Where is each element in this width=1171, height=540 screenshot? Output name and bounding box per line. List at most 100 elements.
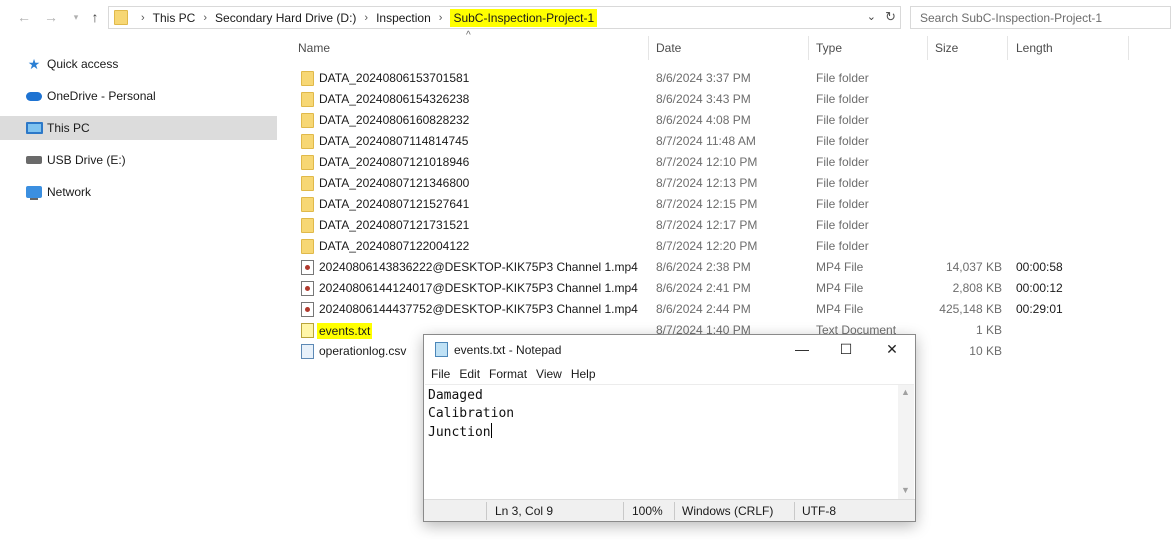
file-row[interactable]: DATA_20240806154326238 8/6/2024 3:43 PM Fi… — [298, 88, 1138, 109]
file-date: 8/7/2024 12:17 PM — [656, 218, 758, 232]
file-row[interactable]: DATA_20240807121018946 8/7/2024 12:10 PM F… — [298, 151, 1138, 172]
file-row[interactable]: DATA_20240807121731521 8/7/2024 12:17 PM F… — [298, 214, 1138, 235]
sidebar-item-usb-drive[interactable]: USB Drive (E:) — [0, 148, 277, 172]
file-type: File folder — [816, 113, 869, 127]
column-header-date[interactable]: Date — [656, 36, 681, 60]
text-caret — [490, 423, 492, 438]
sidebar-item-network[interactable]: Network — [0, 180, 277, 204]
file-row[interactable]: 20240806144124017@DESKTOP-KIK75P3 Channe… — [298, 277, 1138, 298]
file-name: 20240806144124017@DESKTOP-KIK75P3 Channe… — [319, 281, 638, 295]
column-header-name[interactable]: Name — [298, 36, 330, 60]
file-row[interactable]: 20240806143836222@DESKTOP-KIK75P3 Channe… — [298, 256, 1138, 277]
zoom-level: 100% — [632, 504, 663, 518]
menu-file[interactable]: File — [431, 367, 450, 381]
file-name: DATA_20240807114814745 — [319, 134, 469, 148]
up-arrow-icon[interactable]: ↑ — [87, 9, 103, 25]
file-row[interactable]: DATA_20240806160828232 8/6/2024 4:08 PM Fi… — [298, 109, 1138, 130]
file-name: DATA_20240806154326238 — [319, 92, 470, 106]
file-name: DATA_20240807122004122 — [319, 239, 470, 253]
usb-drive-icon — [25, 152, 43, 168]
scroll-up-icon[interactable]: ▲ — [901, 387, 910, 397]
file-row[interactable]: DATA_20240807122004122 8/7/2024 12:20 PM F… — [298, 235, 1138, 256]
column-divider[interactable] — [1007, 36, 1008, 60]
breadcrumb-separator-icon[interactable]: › — [203, 12, 207, 24]
file-type: File folder — [816, 176, 869, 190]
file-type: MP4 File — [816, 281, 864, 295]
menu-view[interactable]: View — [536, 367, 562, 381]
column-header-size[interactable]: Size — [935, 36, 958, 60]
column-divider[interactable] — [648, 36, 649, 60]
minimize-icon[interactable]: — — [788, 338, 816, 360]
text-file-icon — [301, 323, 314, 338]
file-row[interactable]: DATA_20240807121527641 8/7/2024 12:15 PM F… — [298, 193, 1138, 214]
column-header-length[interactable]: Length — [1016, 36, 1053, 60]
sidebar-item-onedrive[interactable]: OneDrive - Personal — [0, 84, 277, 108]
file-date: 8/6/2024 4:08 PM — [656, 113, 751, 127]
search-input[interactable]: Search SubC-Inspection-Project-1 — [910, 6, 1171, 29]
notepad-title-bar[interactable]: events.txt - Notepad — ☐ ✕ — [424, 335, 915, 364]
breadcrumb-current[interactable]: SubC-Inspection-Project-1 — [450, 8, 598, 27]
sidebar-item-this-pc[interactable]: This PC — [0, 116, 277, 140]
file-size: 1 KB — [975, 323, 1002, 337]
file-date: 8/7/2024 12:10 PM — [656, 155, 758, 169]
breadcrumb-separator-icon[interactable]: › — [364, 12, 368, 24]
file-length: 00:29:01 — [1016, 302, 1063, 316]
forward-arrow-icon[interactable]: → — [43, 9, 59, 25]
file-name: DATA_20240807121018946 — [319, 155, 470, 169]
breadcrumb-item[interactable]: Inspection — [376, 11, 431, 25]
file-size: 2,808 KB — [952, 281, 1002, 295]
menu-format[interactable]: Format — [489, 367, 527, 381]
menu-help[interactable]: Help — [571, 367, 596, 381]
file-row[interactable]: DATA_20240806153701581 8/6/2024 3:37 PM Fi… — [298, 67, 1138, 88]
menu-edit[interactable]: Edit — [459, 367, 480, 381]
folder-icon — [114, 10, 128, 25]
file-date: 8/7/2024 12:15 PM — [656, 197, 758, 211]
file-date: 8/7/2024 12:20 PM — [656, 239, 758, 253]
address-bar[interactable]: › This PC › Secondary Hard Drive (D:) › … — [108, 6, 901, 29]
file-name: DATA_20240806160828232 — [319, 113, 470, 127]
notepad-status-bar: Ln 3, Col 9 100% Windows (CRLF) UTF-8 — [424, 499, 915, 521]
line-ending: Windows (CRLF) — [682, 504, 774, 518]
file-name: 20240806144437752@DESKTOP-KIK75P3 Channe… — [319, 302, 638, 316]
file-name: DATA_20240806153701581 — [319, 71, 470, 85]
sidebar-item-label: Network — [47, 185, 92, 199]
column-divider[interactable] — [808, 36, 809, 60]
search-placeholder: Search SubC-Inspection-Project-1 — [920, 11, 1103, 25]
file-name: DATA_20240807121731521 — [319, 218, 470, 232]
notepad-text: Damaged Calibration Junction — [428, 388, 515, 440]
vertical-scrollbar[interactable]: ▲ ▼ — [898, 385, 914, 500]
maximize-icon[interactable]: ☐ — [832, 338, 860, 360]
file-type: File folder — [816, 92, 869, 106]
breadcrumb-item[interactable]: Secondary Hard Drive (D:) — [215, 11, 356, 25]
breadcrumb-item[interactable]: This PC — [153, 11, 196, 25]
column-divider[interactable] — [927, 36, 928, 60]
csv-file-icon — [301, 344, 314, 359]
folder-icon — [301, 113, 314, 128]
notepad-text-area[interactable]: Damaged Calibration Junction ▲ ▼ — [425, 384, 914, 500]
column-header-type[interactable]: Type — [816, 36, 842, 60]
file-size: 10 KB — [969, 344, 1002, 358]
file-type: File folder — [816, 71, 869, 85]
refresh-icon[interactable]: ↻ — [885, 9, 896, 25]
file-row[interactable]: 20240806144437752@DESKTOP-KIK75P3 Channe… — [298, 298, 1138, 319]
chevron-down-icon[interactable]: ⌄ — [867, 10, 876, 23]
file-name: operationlog.csv — [319, 344, 407, 358]
breadcrumb-separator-icon: › — [141, 11, 145, 24]
breadcrumb: › This PC › Secondary Hard Drive (D:) › … — [133, 7, 598, 28]
back-arrow-icon[interactable]: ← — [16, 9, 32, 25]
scroll-down-icon[interactable]: ▼ — [901, 485, 910, 495]
video-file-icon — [301, 302, 314, 317]
recent-locations-icon[interactable]: ▾ — [68, 9, 84, 25]
breadcrumb-separator-icon[interactable]: › — [439, 12, 443, 24]
folder-icon — [301, 71, 314, 86]
column-divider[interactable] — [1128, 36, 1129, 60]
sidebar-item-quick-access[interactable]: ★ Quick access — [0, 52, 277, 76]
file-row[interactable]: DATA_20240807121346800 8/7/2024 12:13 PM F… — [298, 172, 1138, 193]
file-name: 20240806143836222@DESKTOP-KIK75P3 Channe… — [319, 260, 638, 274]
file-row[interactable]: DATA_20240807114814745 8/7/2024 11:48 AM F… — [298, 130, 1138, 151]
file-size: 425,148 KB — [939, 302, 1002, 316]
file-name: events.txt — [317, 323, 373, 339]
close-icon[interactable]: ✕ — [878, 338, 906, 360]
file-date: 8/6/2024 2:38 PM — [656, 260, 751, 274]
sort-ascending-icon: ^ — [466, 30, 471, 41]
